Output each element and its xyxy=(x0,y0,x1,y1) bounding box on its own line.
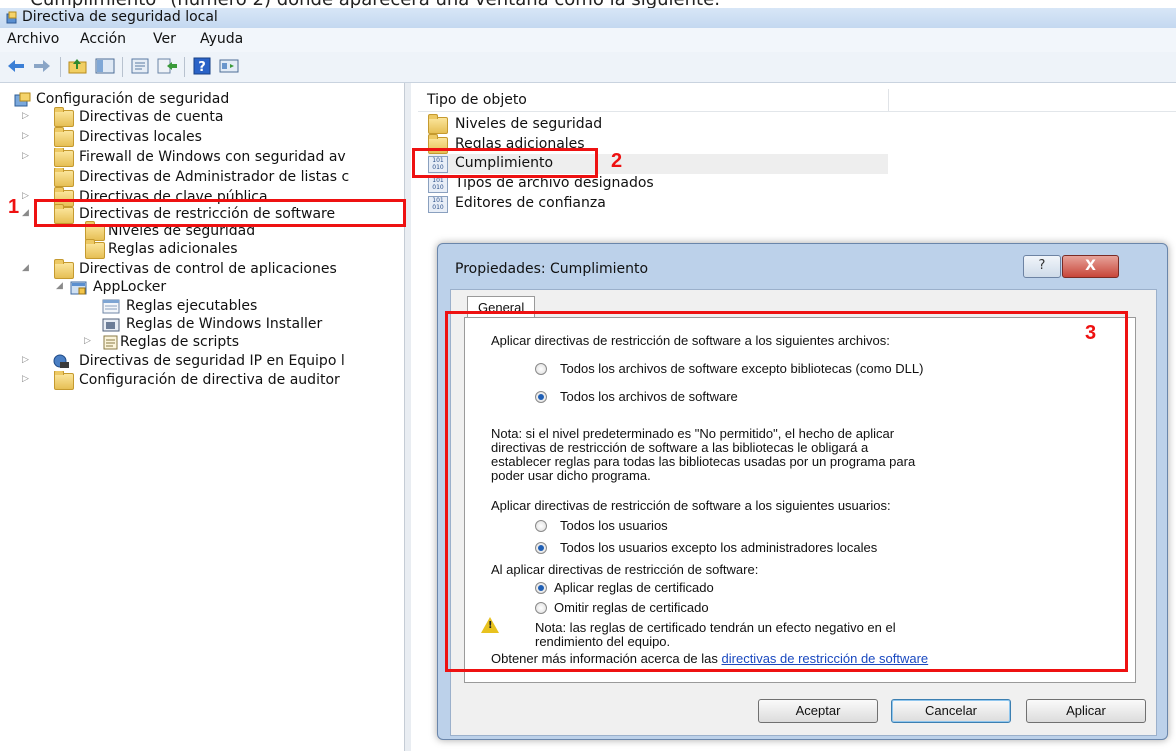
secure-folder-icon xyxy=(54,127,74,147)
installer-rules-icon xyxy=(102,318,120,332)
menu-bar: Archivo Acción Ver Ayuda xyxy=(0,28,1176,53)
folder-icon xyxy=(85,239,105,259)
expand-arrow-icon[interactable]: ▷ xyxy=(84,336,94,348)
applocker-icon xyxy=(70,281,87,295)
window-title: Directiva de seguridad local xyxy=(22,9,218,25)
close-icon: X xyxy=(1085,258,1096,274)
expand-arrow-icon[interactable]: ▷ xyxy=(22,111,32,123)
tree-item-executable-rules[interactable]: Reglas ejecutables xyxy=(22,297,404,317)
tree-item-label: Reglas adicionales xyxy=(108,241,238,257)
tree-item-applocker[interactable]: ◢ AppLocker xyxy=(22,278,404,298)
caption-text: "Cumplimiento" (número 2) donde aparecer… xyxy=(22,0,720,8)
list-item-label: Editores de confianza xyxy=(455,195,606,211)
help-icon: ? xyxy=(1038,258,1046,273)
cancel-button[interactable]: Cancelar xyxy=(891,699,1011,723)
tree-item-additional-rules[interactable]: Reglas adicionales xyxy=(22,239,404,260)
toolbar: ? xyxy=(0,52,1176,83)
tree-item-label: Directivas de seguridad IP en Equipo l xyxy=(79,353,345,369)
expand-arrow-icon[interactable]: ▷ xyxy=(22,374,32,386)
security-policy-icon xyxy=(6,11,17,24)
close-button[interactable]: X xyxy=(1062,255,1119,278)
ip-security-icon xyxy=(53,354,69,368)
annotation-number-1: 1 xyxy=(8,196,20,218)
secure-folder-icon xyxy=(54,107,74,127)
collapse-arrow-icon[interactable]: ◢ xyxy=(22,208,32,220)
forward-icon[interactable] xyxy=(31,56,53,76)
tree-item-label: Firewall de Windows con seguridad av xyxy=(79,149,346,165)
tree-root-security-settings[interactable]: Configuración de seguridad xyxy=(14,90,404,110)
properties-icon[interactable] xyxy=(129,56,151,76)
folder-icon xyxy=(54,371,74,390)
tree-item-label: Directivas locales xyxy=(79,129,202,145)
expand-arrow-icon[interactable]: ▷ xyxy=(22,191,32,203)
annotation-number-3: 3 xyxy=(1085,322,1097,344)
security-settings-icon xyxy=(14,92,31,107)
tree-item-label: Directivas de Administrador de listas c xyxy=(79,169,350,185)
show-tree-icon[interactable] xyxy=(94,56,116,76)
tree-item-audit-policy-configuration[interactable]: ▷ Configuración de directiva de auditor xyxy=(22,371,404,391)
console-view-icon[interactable] xyxy=(218,56,240,76)
tree-item-label: Reglas de Windows Installer xyxy=(126,316,323,332)
policy-object-icon: 101 010 xyxy=(428,176,448,193)
menu-ver[interactable]: Ver xyxy=(153,31,176,47)
ok-button[interactable]: Aceptar xyxy=(758,699,878,723)
apply-button[interactable]: Aplicar xyxy=(1026,699,1146,723)
tree-item-label: Configuración de directiva de auditor xyxy=(79,372,340,388)
list-item-trusted-publishers[interactable]: 101 010 Editores de confianza xyxy=(428,194,888,214)
collapse-arrow-icon[interactable]: ◢ xyxy=(56,281,66,293)
toolbar-separator xyxy=(60,57,61,77)
tree-item-windows-installer-rules[interactable]: Reglas de Windows Installer xyxy=(22,315,404,335)
tree-item-application-control-policies[interactable]: ◢ Directivas de control de aplicaciones xyxy=(22,259,404,280)
column-divider[interactable] xyxy=(888,89,889,111)
expand-arrow-icon[interactable]: ▷ xyxy=(22,355,32,367)
column-header[interactable]: Tipo de objeto xyxy=(418,89,1176,112)
annotation-box-2 xyxy=(412,148,598,178)
tree-item-network-list-manager[interactable]: Directivas de Administrador de listas c xyxy=(22,168,404,188)
tree-item-label: Reglas ejecutables xyxy=(126,298,258,314)
list-item-label: Niveles de seguridad xyxy=(455,116,603,132)
tree-item-script-rules[interactable]: ▷ Reglas de scripts xyxy=(22,333,404,353)
up-folder-icon[interactable] xyxy=(67,56,89,76)
annotation-box-3 xyxy=(445,311,1128,672)
expand-arrow-icon[interactable]: ▷ xyxy=(22,151,32,163)
tree-item-windows-firewall[interactable]: ▷ Firewall de Windows con seguridad av xyxy=(22,148,404,168)
tree-item-label: AppLocker xyxy=(93,279,167,295)
export-list-icon[interactable] xyxy=(156,56,178,76)
rules-list-icon xyxy=(102,299,120,314)
list-item-security-levels[interactable]: Niveles de seguridad xyxy=(428,114,888,135)
folder-icon xyxy=(54,259,74,279)
folder-icon xyxy=(428,114,448,134)
menu-ayuda[interactable]: Ayuda xyxy=(200,31,243,47)
tree-root-label: Configuración de seguridad xyxy=(36,91,230,107)
tree-item-ip-security-policies[interactable]: ▷ Directivas de seguridad IP en Equipo l xyxy=(22,352,404,372)
toolbar-separator xyxy=(122,57,123,77)
tree-item-account-policies[interactable]: ▷ Directivas de cuenta xyxy=(22,107,404,128)
dialog-title: Propiedades: Cumplimiento xyxy=(455,261,649,277)
window-titlebar: Directiva de seguridad local xyxy=(0,8,1176,28)
annotation-box-1 xyxy=(34,199,406,227)
column-header-object-type[interactable]: Tipo de objeto xyxy=(427,92,527,108)
folder-icon xyxy=(54,168,74,187)
back-icon[interactable] xyxy=(5,56,27,76)
policy-object-icon: 101 010 xyxy=(428,196,448,213)
help-icon[interactable]: ? xyxy=(191,56,213,76)
expand-arrow-icon[interactable]: ▷ xyxy=(22,131,32,143)
help-button[interactable]: ? xyxy=(1023,255,1061,278)
menu-accion[interactable]: Acción xyxy=(80,31,126,47)
tree-item-label: Directivas de cuenta xyxy=(79,109,224,125)
document-caption: "Cumplimiento" (número 2) donde aparecer… xyxy=(0,0,1176,8)
menu-archivo[interactable]: Archivo xyxy=(7,31,59,47)
toolbar-separator xyxy=(184,57,185,77)
svg-text:?: ? xyxy=(198,60,206,75)
script-rules-icon xyxy=(103,335,118,350)
tree-item-label: Reglas de scripts xyxy=(120,334,240,350)
folder-icon xyxy=(54,148,74,167)
tree-item-local-policies[interactable]: ▷ Directivas locales xyxy=(22,127,404,148)
annotation-number-2: 2 xyxy=(611,150,623,172)
collapse-arrow-icon[interactable]: ◢ xyxy=(22,263,32,275)
tree-item-label: Directivas de control de aplicaciones xyxy=(79,261,337,277)
